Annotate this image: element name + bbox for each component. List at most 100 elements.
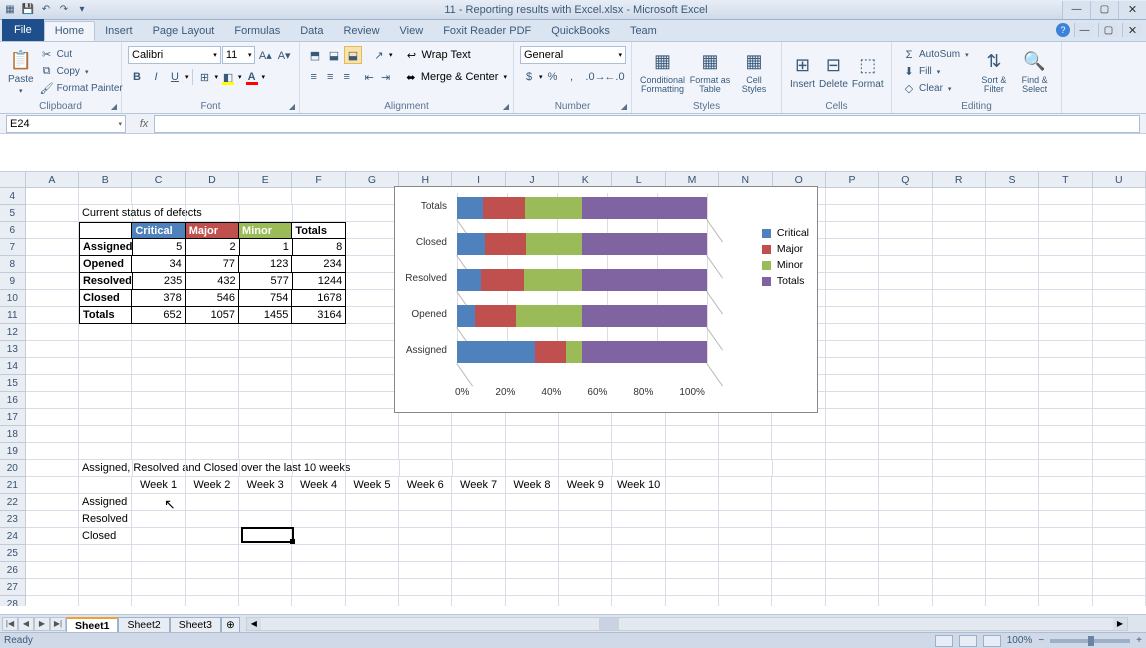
- cell[interactable]: [719, 562, 772, 579]
- cell[interactable]: [826, 239, 879, 256]
- column-header[interactable]: M: [666, 172, 719, 187]
- tab-insert[interactable]: Insert: [95, 21, 143, 41]
- find-select-button[interactable]: 🔍Find & Select: [1014, 44, 1055, 99]
- cell[interactable]: [986, 375, 1039, 392]
- cell[interactable]: [559, 426, 612, 443]
- cell[interactable]: [559, 511, 612, 528]
- sort-filter-button[interactable]: ⇅Sort & Filter: [974, 44, 1015, 99]
- cell[interactable]: [132, 341, 185, 358]
- cell[interactable]: [826, 511, 879, 528]
- cell[interactable]: [239, 358, 292, 375]
- cell[interactable]: [239, 375, 292, 392]
- cell[interactable]: [1093, 477, 1146, 494]
- cell[interactable]: [612, 545, 665, 562]
- cell[interactable]: [612, 596, 665, 606]
- sheet-nav-next[interactable]: ▶: [34, 617, 50, 631]
- cell[interactable]: Closed: [79, 290, 132, 307]
- cell[interactable]: [986, 579, 1039, 596]
- row-header[interactable]: 7: [0, 239, 26, 256]
- borders-button[interactable]: ⊞: [196, 68, 214, 86]
- zoom-out-button[interactable]: −: [1038, 635, 1044, 646]
- cell[interactable]: [239, 324, 292, 341]
- cell[interactable]: [292, 409, 345, 426]
- sheet-nav-prev[interactable]: ◀: [18, 617, 34, 631]
- cell[interactable]: [1039, 273, 1092, 290]
- cell[interactable]: [26, 392, 79, 409]
- clear-button[interactable]: ◇Clear▾: [900, 81, 972, 97]
- zoom-thumb[interactable]: [1088, 636, 1094, 646]
- cell[interactable]: Critical: [132, 222, 185, 239]
- cell[interactable]: [986, 222, 1039, 239]
- cell[interactable]: [346, 273, 399, 290]
- number-dialog-launcher[interactable]: ◢: [619, 101, 629, 111]
- cell[interactable]: [879, 392, 932, 409]
- cell[interactable]: [1093, 460, 1146, 477]
- cell[interactable]: [879, 341, 932, 358]
- cell[interactable]: [26, 341, 79, 358]
- cell[interactable]: [933, 477, 986, 494]
- delete-cells-button[interactable]: ⊟Delete: [817, 44, 850, 99]
- cell[interactable]: [292, 494, 345, 511]
- help-icon[interactable]: ?: [1056, 23, 1070, 37]
- cell[interactable]: [772, 443, 825, 460]
- cell[interactable]: [346, 222, 399, 239]
- cell[interactable]: [79, 375, 132, 392]
- cell[interactable]: [1093, 273, 1146, 290]
- tab-formulas[interactable]: Formulas: [224, 21, 290, 41]
- cell[interactable]: [933, 205, 986, 222]
- align-center-button[interactable]: ≡: [322, 68, 337, 86]
- cell[interactable]: [506, 596, 559, 606]
- cell[interactable]: [933, 358, 986, 375]
- cell[interactable]: [26, 358, 79, 375]
- cell[interactable]: [1039, 375, 1092, 392]
- cell[interactable]: [666, 596, 719, 606]
- decrease-decimal-button[interactable]: ←.0: [606, 68, 624, 86]
- row-header[interactable]: 15: [0, 375, 26, 392]
- cell[interactable]: [452, 545, 505, 562]
- cell[interactable]: [666, 443, 719, 460]
- cell[interactable]: [559, 579, 612, 596]
- cell-styles-button[interactable]: ▦Cell Styles: [733, 44, 775, 99]
- cell[interactable]: [239, 341, 292, 358]
- cell[interactable]: [666, 528, 719, 545]
- cell[interactable]: [186, 426, 239, 443]
- cell[interactable]: [400, 460, 453, 477]
- new-sheet-button[interactable]: ⊕: [221, 617, 240, 632]
- cell[interactable]: [612, 562, 665, 579]
- column-header[interactable]: O: [773, 172, 826, 187]
- cell[interactable]: [79, 324, 132, 341]
- cell[interactable]: [506, 579, 559, 596]
- cell[interactable]: [826, 324, 879, 341]
- column-header[interactable]: P: [826, 172, 879, 187]
- cell[interactable]: [612, 443, 665, 460]
- cell[interactable]: [772, 579, 825, 596]
- cell[interactable]: [1039, 494, 1092, 511]
- cell[interactable]: 5: [133, 239, 186, 256]
- cell[interactable]: [186, 494, 239, 511]
- cell[interactable]: Minor: [239, 222, 292, 239]
- row-header[interactable]: 20: [0, 460, 26, 477]
- cell[interactable]: [26, 239, 79, 256]
- cell[interactable]: [1093, 324, 1146, 341]
- cell[interactable]: [826, 375, 879, 392]
- cell[interactable]: [186, 205, 239, 222]
- cell[interactable]: [1039, 256, 1092, 273]
- cell[interactable]: [132, 409, 185, 426]
- cell[interactable]: [79, 545, 132, 562]
- cell[interactable]: 235: [133, 273, 186, 290]
- sheet-tab-2[interactable]: Sheet2: [118, 617, 169, 632]
- cell[interactable]: [346, 392, 399, 409]
- row-header[interactable]: 23: [0, 511, 26, 528]
- row-header[interactable]: 4: [0, 188, 26, 205]
- cell[interactable]: [346, 596, 399, 606]
- cell[interactable]: [79, 596, 132, 606]
- cell[interactable]: [879, 358, 932, 375]
- cell[interactable]: [1039, 511, 1092, 528]
- column-header[interactable]: T: [1039, 172, 1092, 187]
- embedded-chart[interactable]: TotalsClosedResolvedOpenedAssigned0%20%4…: [394, 186, 818, 413]
- cell[interactable]: [879, 545, 932, 562]
- cell[interactable]: [986, 188, 1039, 205]
- cell[interactable]: [26, 273, 79, 290]
- cell[interactable]: [559, 528, 612, 545]
- cell[interactable]: [1093, 528, 1146, 545]
